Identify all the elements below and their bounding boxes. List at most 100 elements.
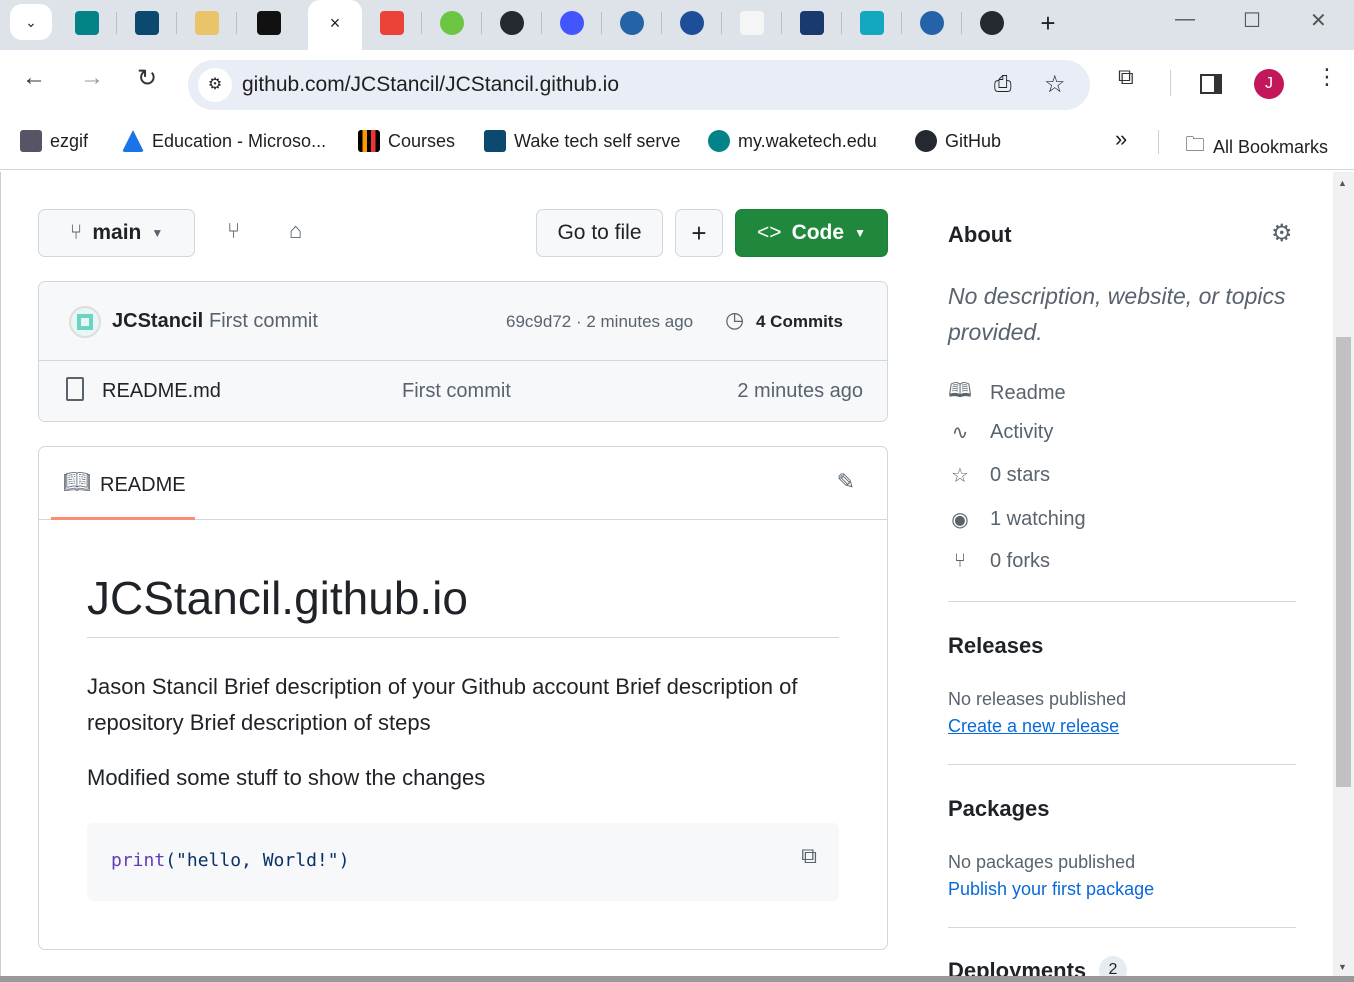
- commit-hash-time[interactable]: 69c9d72 · 2 minutes ago: [506, 312, 693, 332]
- file-name[interactable]: README.md: [102, 380, 221, 403]
- releases-title[interactable]: Releases: [948, 633, 1043, 659]
- tab-sharepoint[interactable]: [70, 8, 104, 38]
- scroll-down-arrow[interactable]: ▼: [1338, 962, 1347, 972]
- reload-button[interactable]: ↻: [137, 64, 157, 93]
- address-bar[interactable]: ⚙ github.com/JCStancil/JCStancil.github.…: [188, 60, 1090, 110]
- commit-author[interactable]: JCStancil: [112, 310, 203, 333]
- go-to-file-button[interactable]: Go to file: [536, 209, 663, 257]
- close-tab-button[interactable]: ×: [318, 8, 352, 38]
- scrollbar[interactable]: ▲ ▼: [1333, 172, 1354, 982]
- bookmark-wake-tech[interactable]: Wake tech self serve: [484, 130, 680, 152]
- tab-iris[interactable]: [795, 8, 829, 38]
- tab-separator: [721, 12, 722, 34]
- bookmark-my-waketech[interactable]: my.waketech.edu: [708, 130, 877, 152]
- tab-search-button[interactable]: ⌄: [10, 4, 52, 40]
- more-bookmarks-button[interactable]: »: [1115, 126, 1127, 152]
- tab-wt-logo2[interactable]: [915, 8, 949, 38]
- tab-p-app[interactable]: [855, 8, 889, 38]
- side-panel-icon[interactable]: [1200, 74, 1222, 94]
- divider: [1170, 70, 1171, 96]
- iris-icon: [800, 11, 824, 35]
- ezgif-icon: [20, 130, 42, 152]
- github-icon: [500, 11, 524, 35]
- close-window-button[interactable]: ✕: [1310, 8, 1327, 33]
- tab-separator: [841, 12, 842, 34]
- activity-link[interactable]: ∿ Activity: [948, 420, 1054, 445]
- gear-icon[interactable]: ⚙: [1271, 219, 1293, 248]
- all-bookmarks-button[interactable]: 🗀 All Bookmarks: [1185, 130, 1328, 164]
- tab-gmail[interactable]: [375, 8, 409, 38]
- tab-wt-seal[interactable]: [675, 8, 709, 38]
- file-commit-message[interactable]: First commit: [402, 380, 511, 403]
- watching-link[interactable]: ◉ 1 watching: [948, 507, 1085, 532]
- edit-pencil-icon[interactable]: ✎: [837, 469, 855, 495]
- github2-icon: [980, 11, 1004, 35]
- folder-icon: 🗀: [1185, 134, 1205, 156]
- tab-shortcuts[interactable]: [735, 8, 769, 38]
- bookmarks-bar: ezgif Education - Microso... Courses Wak…: [0, 112, 1354, 170]
- wt-seal-icon: [680, 11, 704, 35]
- minimize-button[interactable]: —: [1175, 8, 1195, 31]
- commit-message[interactable]: First commit: [209, 310, 318, 333]
- readme-title: JCStancil.github.io: [87, 571, 839, 638]
- tab-quizlet[interactable]: [555, 8, 589, 38]
- file-row[interactable]: README.md First commit 2 minutes ago: [39, 361, 887, 421]
- publish-package-link[interactable]: Publish your first package: [948, 879, 1296, 900]
- avatar[interactable]: [69, 306, 101, 338]
- url-text[interactable]: github.com/JCStancil/JCStancil.github.io: [242, 73, 619, 97]
- forward-button[interactable]: →: [80, 64, 104, 92]
- install-app-icon[interactable]: ⎙: [994, 71, 1012, 97]
- tab-github-green[interactable]: [435, 8, 469, 38]
- readme-link[interactable]: 🕮 Readme: [948, 376, 1065, 410]
- profile-avatar[interactable]: J: [1254, 69, 1284, 99]
- bookmark-github[interactable]: GitHub: [915, 130, 1001, 152]
- tab-books[interactable]: [190, 8, 224, 38]
- tab-separator: [176, 12, 177, 34]
- wt-logo-icon: [620, 11, 644, 35]
- copy-icon[interactable]: ⧉: [801, 843, 817, 869]
- scrollbar-thumb[interactable]: [1336, 337, 1351, 787]
- code-button[interactable]: <> Code ▼: [735, 209, 888, 257]
- packages-title[interactable]: Packages: [948, 796, 1050, 822]
- file-list: JCStancil First commit 69c9d72 · 2 minut…: [38, 281, 888, 422]
- new-tab-button[interactable]: +: [1031, 8, 1065, 38]
- branches-icon[interactable]: ⑂: [227, 218, 240, 244]
- readme-tab[interactable]: README: [100, 474, 186, 497]
- latest-commit-bar: JCStancil First commit 69c9d72 · 2 minut…: [39, 282, 887, 361]
- stars-link[interactable]: ☆ 0 stars: [948, 463, 1050, 488]
- bookmark-ezgif[interactable]: ezgif: [20, 130, 88, 152]
- branch-name: main: [92, 221, 142, 244]
- tab-github[interactable]: [495, 8, 529, 38]
- commits-link[interactable]: 4 Commits: [756, 312, 843, 332]
- tag-icon[interactable]: ⌂: [289, 218, 302, 244]
- back-button[interactable]: ←: [22, 64, 46, 92]
- tab-wt-logo[interactable]: [615, 8, 649, 38]
- add-file-button[interactable]: +: [675, 209, 723, 257]
- tab-github2[interactable]: [975, 8, 1009, 38]
- github-green-icon: [440, 11, 464, 35]
- create-release-link[interactable]: Create a new release: [948, 716, 1296, 737]
- code-icon: <>: [757, 221, 782, 244]
- tab-separator: [601, 12, 602, 34]
- extensions-icon[interactable]: ⧉: [1118, 64, 1134, 90]
- maximize-button[interactable]: ☐: [1243, 8, 1261, 33]
- bookmark-star-icon[interactable]: ☆: [1044, 70, 1066, 99]
- tab-courses[interactable]: [252, 8, 286, 38]
- tab-wake-tech[interactable]: [130, 8, 164, 38]
- p-app-icon: [860, 11, 884, 35]
- wake-tech-icon: [484, 130, 506, 152]
- bookmark-education[interactable]: Education - Microso...: [122, 130, 326, 152]
- wake-tech-icon: [135, 11, 159, 35]
- bookmark-courses[interactable]: Courses: [358, 130, 455, 152]
- forks-link[interactable]: ⑂ 0 forks: [948, 550, 1050, 573]
- caret-down-icon: ▼: [854, 226, 866, 240]
- scroll-up-arrow[interactable]: ▲: [1338, 178, 1347, 188]
- tab-separator: [116, 12, 117, 34]
- menu-icon[interactable]: ⋮: [1316, 64, 1338, 90]
- github-icon: [915, 130, 937, 152]
- toolbar: ← → ↻ ⚙ github.com/JCStancil/JCStancil.g…: [0, 50, 1354, 112]
- site-info-icon[interactable]: ⚙: [198, 68, 232, 102]
- readme-paragraph: Jason Stancil Brief description of your …: [87, 674, 798, 735]
- bookmark-label: GitHub: [945, 130, 1002, 151]
- branch-selector[interactable]: ⑂ main ▼: [38, 209, 195, 257]
